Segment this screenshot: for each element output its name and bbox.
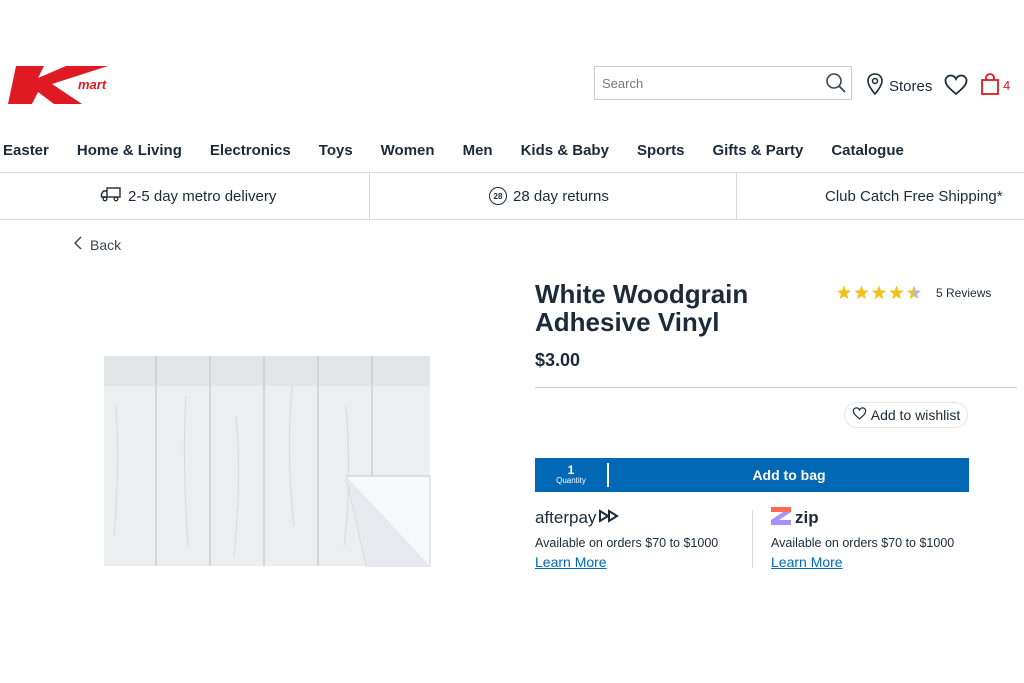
- stores-link[interactable]: Stores: [866, 73, 933, 99]
- quantity-value: 1: [567, 463, 575, 477]
- rating-stars: [836, 285, 922, 301]
- star-icon: [854, 285, 869, 300]
- product-price: $3.00: [535, 350, 581, 370]
- star-icon: [906, 285, 922, 300]
- stores-label: Stores: [889, 77, 933, 95]
- afterpay-logo: afterpay: [535, 508, 745, 528]
- nav-item-kids-baby[interactable]: Kids & Baby: [521, 142, 609, 164]
- svg-text:mart: mart: [78, 77, 107, 92]
- add-to-bag-bar: 1 Quantity Add to bag: [535, 458, 969, 492]
- add-to-wishlist-button[interactable]: Add to wishlist: [844, 402, 968, 428]
- returns-icon-number: 28: [493, 191, 503, 201]
- back-label: Back: [90, 236, 122, 253]
- search-input[interactable]: [595, 67, 831, 99]
- returns-label: 28 day returns: [513, 187, 609, 205]
- afterpay-arrows-icon: [598, 508, 620, 528]
- benefit-divider: [369, 173, 370, 219]
- search-icon[interactable]: [825, 72, 847, 94]
- product-rating[interactable]: 5 Reviews: [836, 285, 991, 301]
- star-icon: [871, 285, 887, 300]
- main-nav: Easter Home & Living Electronics Toys Wo…: [0, 142, 904, 164]
- zip-logo: zip: [771, 506, 981, 530]
- back-link[interactable]: Back: [73, 236, 122, 253]
- afterpay-learn-more-link[interactable]: Learn More: [535, 554, 607, 570]
- nav-item-men[interactable]: Men: [463, 142, 493, 164]
- benefit-divider: [736, 173, 737, 219]
- reviews-count[interactable]: 5 Reviews: [936, 286, 991, 300]
- nav-item-catalogue[interactable]: Catalogue: [831, 142, 904, 164]
- quantity-selector[interactable]: 1 Quantity: [535, 458, 607, 492]
- quantity-label: Quantity: [556, 476, 586, 485]
- shipping-benefit: Club Catch Free Shipping*: [825, 173, 1003, 219]
- benefits-bar: 2-5 day metro delivery 28 28 day returns…: [0, 172, 1024, 220]
- wishlist-label: Add to wishlist: [870, 407, 961, 423]
- nav-item-home-living[interactable]: Home & Living: [77, 142, 182, 164]
- location-pin-icon: [866, 73, 884, 99]
- returns-icon: 28: [489, 187, 507, 205]
- delivery-truck-icon: [100, 186, 122, 206]
- afterpay-logo-text: afterpay: [535, 508, 597, 527]
- kmart-logo[interactable]: mart: [8, 62, 134, 108]
- zip-learn-more-link[interactable]: Learn More: [771, 554, 843, 570]
- product-title: White Woodgrain Adhesive Vinyl: [535, 279, 749, 337]
- price-divider: [535, 387, 1017, 388]
- nav-item-gifts-party[interactable]: Gifts & Party: [712, 142, 803, 164]
- bag-count: 4: [1003, 77, 1011, 93]
- zip-logo-text: zip: [795, 508, 819, 527]
- delivery-label: 2-5 day metro delivery: [128, 187, 277, 205]
- star-icon: [889, 285, 904, 300]
- product-image[interactable]: [96, 346, 440, 572]
- star-icons: [836, 285, 922, 300]
- afterpay-section: afterpay Available on orders $70 to $100…: [535, 508, 745, 570]
- heart-icon: [852, 407, 867, 423]
- wishlist-heart-icon[interactable]: [944, 74, 968, 96]
- afterpay-availability: Available on orders $70 to $1000: [535, 536, 719, 550]
- star-icon: [836, 285, 852, 300]
- chevron-left-icon: [73, 236, 82, 253]
- search-box: [594, 66, 852, 100]
- shopping-bag-button[interactable]: 4: [980, 72, 1011, 98]
- zip-mark-icon: [771, 506, 791, 530]
- zip-availability: Available on orders $70 to $1000: [771, 536, 955, 550]
- payment-divider: [752, 510, 753, 568]
- kmart-logo-mark: mart: [8, 66, 108, 104]
- nav-item-electronics[interactable]: Electronics: [210, 142, 291, 164]
- zip-section: zip Available on orders $70 to $1000 Lea…: [771, 506, 981, 570]
- shopping-bag-icon: [980, 72, 1000, 98]
- nav-item-toys[interactable]: Toys: [319, 142, 353, 164]
- nav-item-sports[interactable]: Sports: [637, 142, 685, 164]
- returns-benefit: 28 28 day returns: [489, 173, 609, 219]
- nav-item-women[interactable]: Women: [381, 142, 435, 164]
- nav-item-easter[interactable]: Easter: [3, 142, 49, 164]
- add-to-bag-button[interactable]: Add to bag: [609, 458, 969, 492]
- shipping-label: Club Catch Free Shipping*: [825, 187, 1003, 205]
- delivery-benefit: 2-5 day metro delivery: [100, 173, 276, 219]
